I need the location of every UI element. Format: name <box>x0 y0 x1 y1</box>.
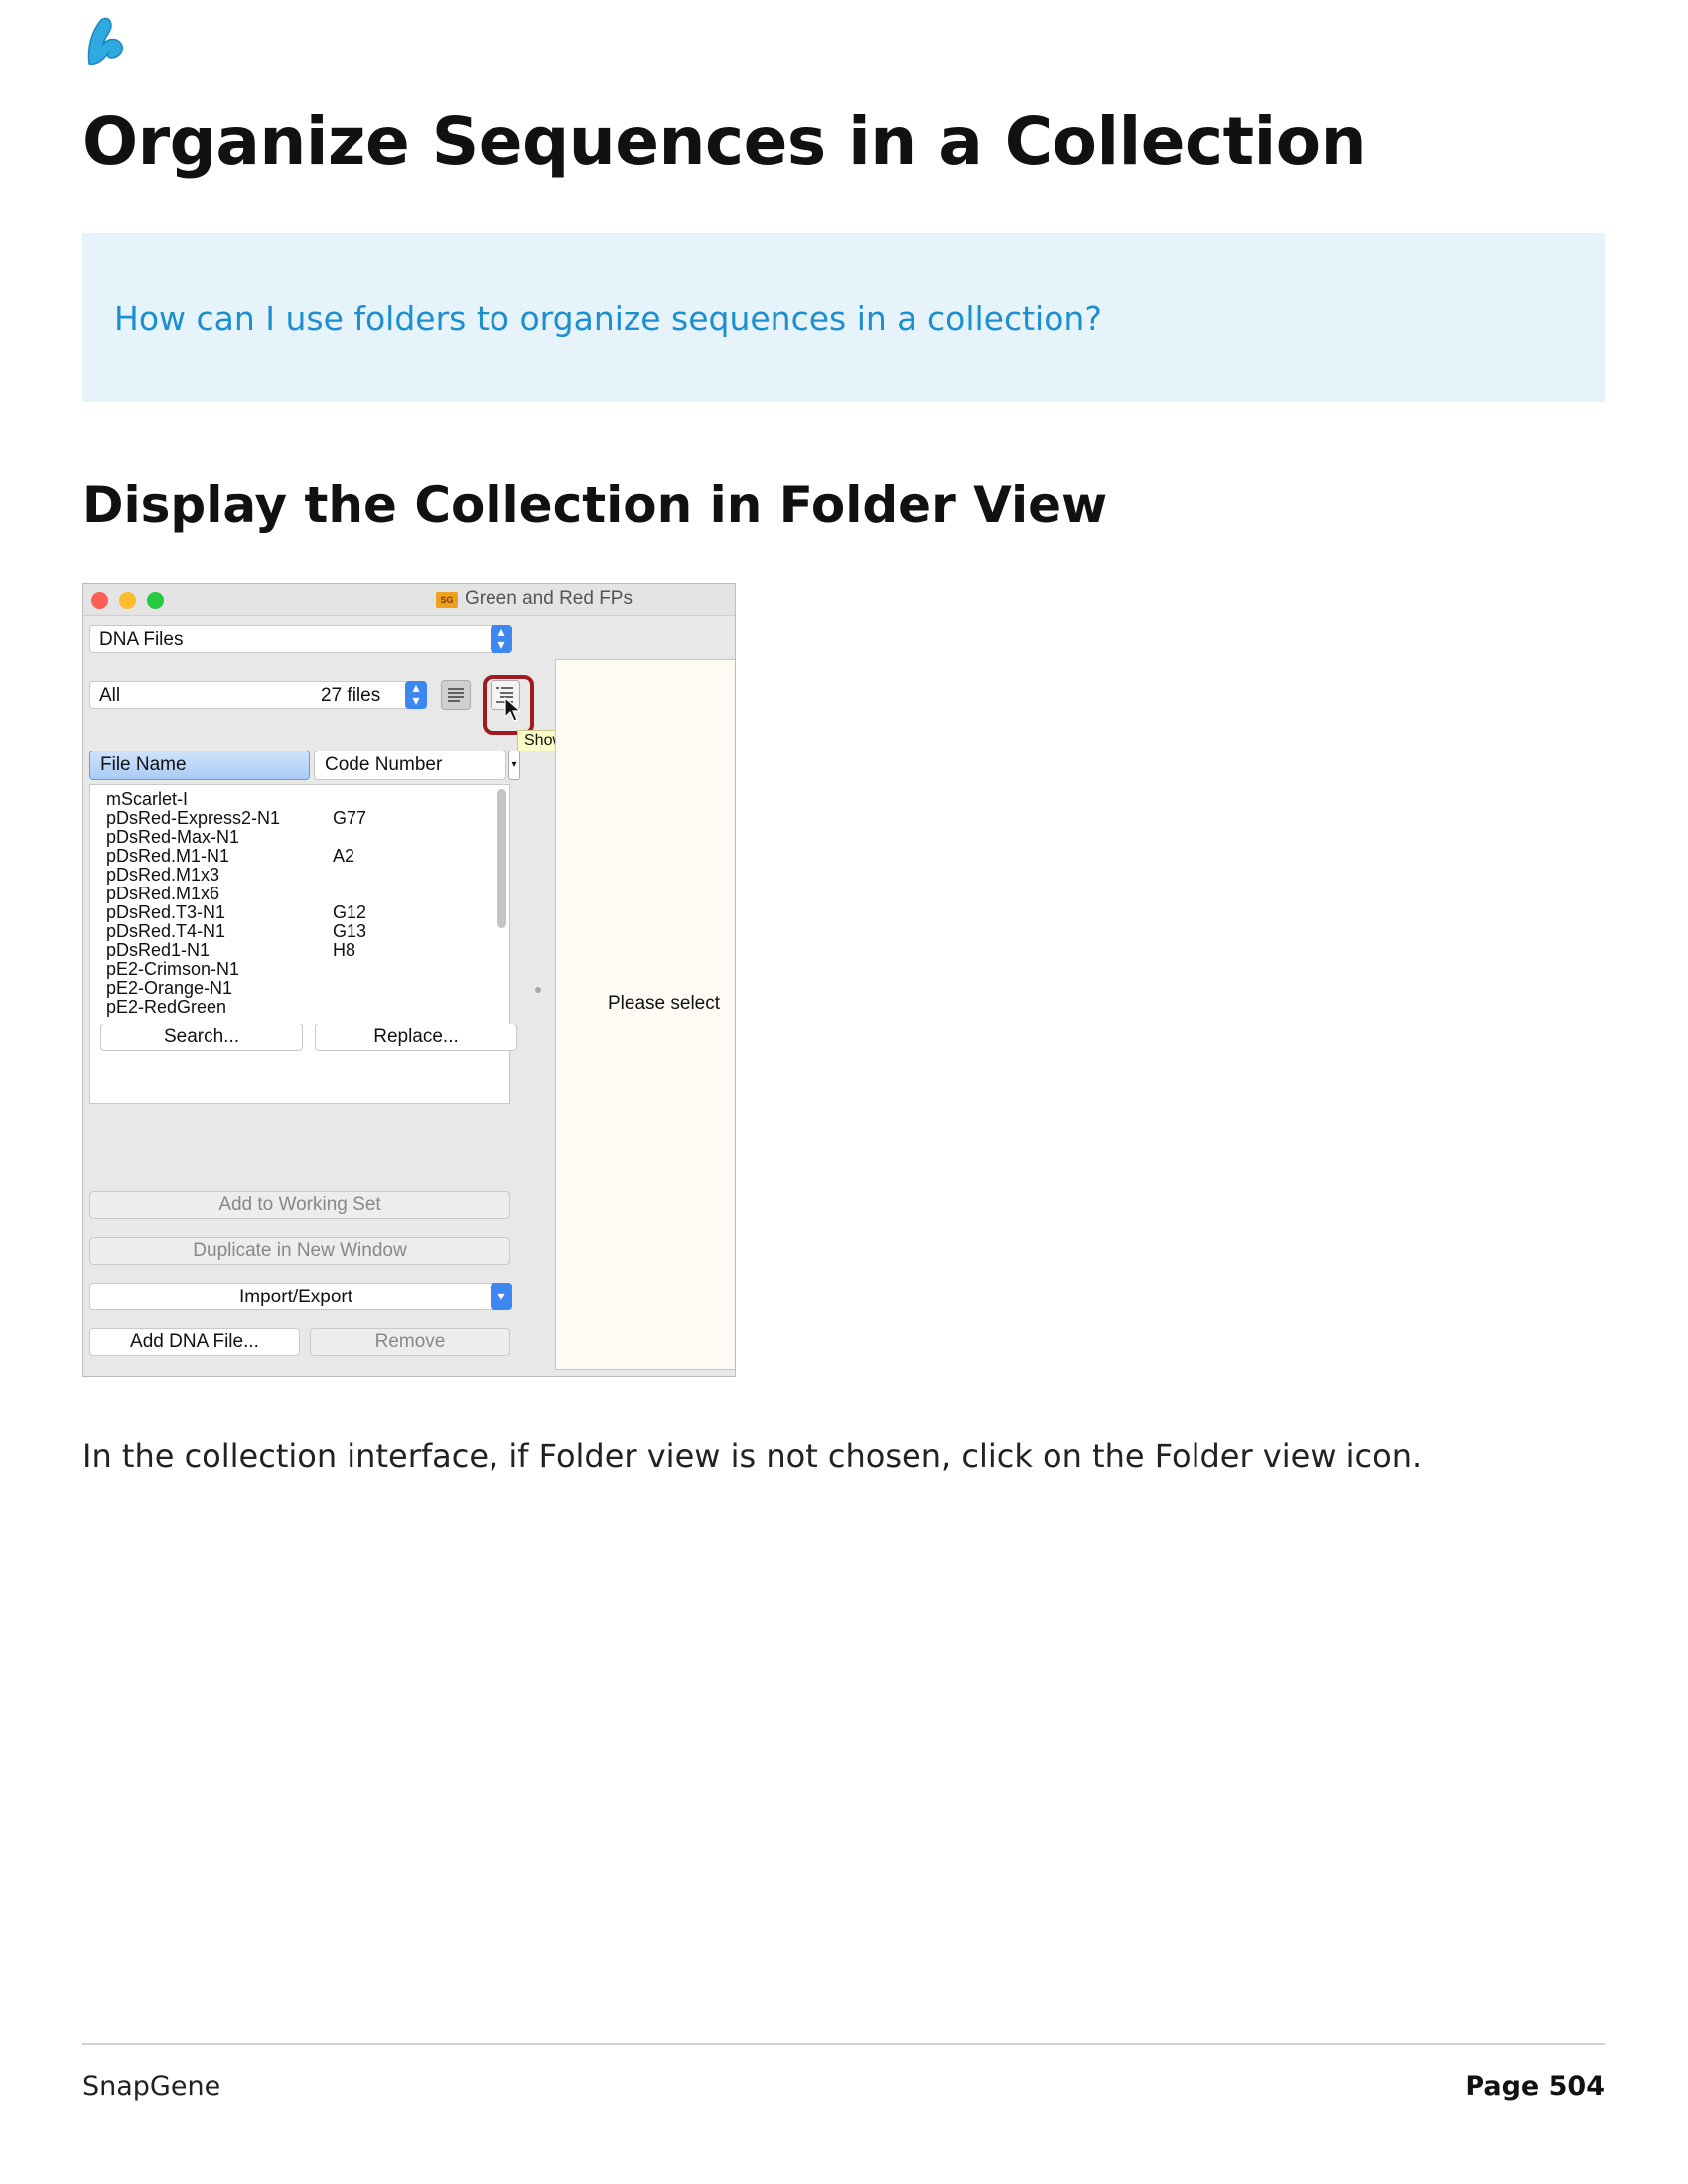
file-type-value: DNA Files <box>99 629 184 650</box>
minimize-window-button[interactable] <box>119 592 136 609</box>
list-item[interactable]: pE2-Orange-N1 <box>106 978 232 999</box>
chevron-down-icon: ▾ <box>491 1283 512 1310</box>
search-button[interactable]: Search... <box>100 1024 303 1051</box>
add-to-working-set-button[interactable]: Add to Working Set <box>89 1191 510 1219</box>
chevron-updown-icon: ▴ ▾ <box>405 680 427 709</box>
replace-button[interactable]: Replace... <box>315 1024 517 1051</box>
file-name: pDsRed-Max-N1 <box>106 827 240 847</box>
question-text: How can I use folders to organize sequen… <box>114 299 1102 338</box>
detail-pane <box>555 659 735 1370</box>
list-view-icon <box>448 688 464 702</box>
splitter-handle[interactable] <box>535 987 541 993</box>
column-header-file-name[interactable]: File Name <box>89 751 310 780</box>
list-item[interactable]: pE2-RedGreen <box>106 997 226 1018</box>
code-number: H8 <box>333 940 356 960</box>
snapgene-badge-icon: SG <box>436 592 458 608</box>
question-callout: How can I use folders to organize sequen… <box>82 233 1605 402</box>
file-list[interactable]: mScarlet-I pDsRed-Express2-N1 G77 pDsRed-… <box>89 784 517 1104</box>
list-item[interactable]: pDsRed-Express2-N1 G77 <box>106 808 366 829</box>
list-item[interactable]: mScarlet-I <box>106 789 188 810</box>
chevron-updown-icon: ▴ ▾ <box>491 624 512 653</box>
section-heading: Display the Collection in Folder View <box>82 477 1108 534</box>
column-menu-button[interactable]: ▾ <box>508 751 520 780</box>
list-view-button[interactable] <box>441 680 471 710</box>
snapgene-logo-icon <box>87 17 123 66</box>
collection-window-screenshot: SG Green and Red FPs DNA Files ▴ ▾ All 27… <box>82 583 736 1377</box>
duplicate-in-new-window-button[interactable]: Duplicate in New Window <box>89 1237 510 1265</box>
footer-brand: SnapGene <box>82 2071 221 2102</box>
window-title: Green and Red FPs <box>465 588 633 609</box>
list-item[interactable]: pE2-Crimson-N1 <box>106 959 239 980</box>
remove-button[interactable]: Remove <box>310 1328 510 1356</box>
list-item[interactable]: pDsRed.T4-N1 G13 <box>106 921 366 942</box>
please-select-text: Please select <box>608 993 721 1014</box>
file-name: pE2-Crimson-N1 <box>106 959 240 979</box>
list-item[interactable]: pDsRed.T3-N1 G12 <box>106 902 366 923</box>
column-header-code-number[interactable]: Code Number <box>314 751 506 780</box>
file-name: pDsRed.M1x6 <box>106 884 220 903</box>
filter-value: All <box>99 685 121 706</box>
import-export-label: Import/Export <box>239 1287 353 1307</box>
list-item[interactable]: pDsRed-Max-N1 <box>106 827 239 848</box>
page-title: Organize Sequences in a Collection <box>82 103 1367 180</box>
file-name: pDsRed.M1-N1 <box>106 846 230 866</box>
cursor-icon <box>504 697 522 722</box>
file-name: pDsRed.T3-N1 <box>106 902 226 922</box>
window-titlebar: SG Green and Red FPs <box>83 584 735 616</box>
file-name: pE2-Orange-N1 <box>106 978 233 998</box>
import-export-select[interactable]: Import/Export ▾ <box>89 1283 512 1310</box>
close-window-button[interactable] <box>91 592 108 609</box>
file-type-select[interactable]: DNA Files ▴ ▾ <box>89 624 512 653</box>
file-name: pE2-RedGreen <box>106 997 227 1017</box>
code-number: G13 <box>333 921 367 941</box>
list-item[interactable]: pDsRed.M1x3 <box>106 865 219 886</box>
zoom-window-button[interactable] <box>147 592 164 609</box>
code-number: G77 <box>333 808 367 828</box>
instruction-paragraph: In the collection interface, if Folder v… <box>82 1437 1423 1475</box>
code-number: A2 <box>333 846 355 866</box>
file-name: pDsRed-Express2-N1 <box>106 808 281 828</box>
file-name: pDsRed.M1x3 <box>106 865 220 885</box>
file-count: 27 files <box>321 685 381 706</box>
file-name: pDsRed.T4-N1 <box>106 921 226 941</box>
list-item[interactable]: pDsRed1-N1 H8 <box>106 940 355 961</box>
add-dna-file-button[interactable]: Add DNA File... <box>89 1328 300 1356</box>
list-item[interactable]: pDsRed.M1x6 <box>106 884 219 904</box>
list-item[interactable]: pDsRed.M1-N1 A2 <box>106 846 354 867</box>
filter-select[interactable]: All 27 files ▴ ▾ <box>89 680 427 709</box>
file-name: mScarlet-I <box>106 789 189 809</box>
list-scrollbar[interactable] <box>497 789 506 928</box>
footer-page-number: Page 504 <box>1465 2071 1605 2102</box>
footer-divider <box>82 2043 1605 2045</box>
file-name: pDsRed1-N1 <box>106 940 211 960</box>
code-number: G12 <box>333 902 367 922</box>
